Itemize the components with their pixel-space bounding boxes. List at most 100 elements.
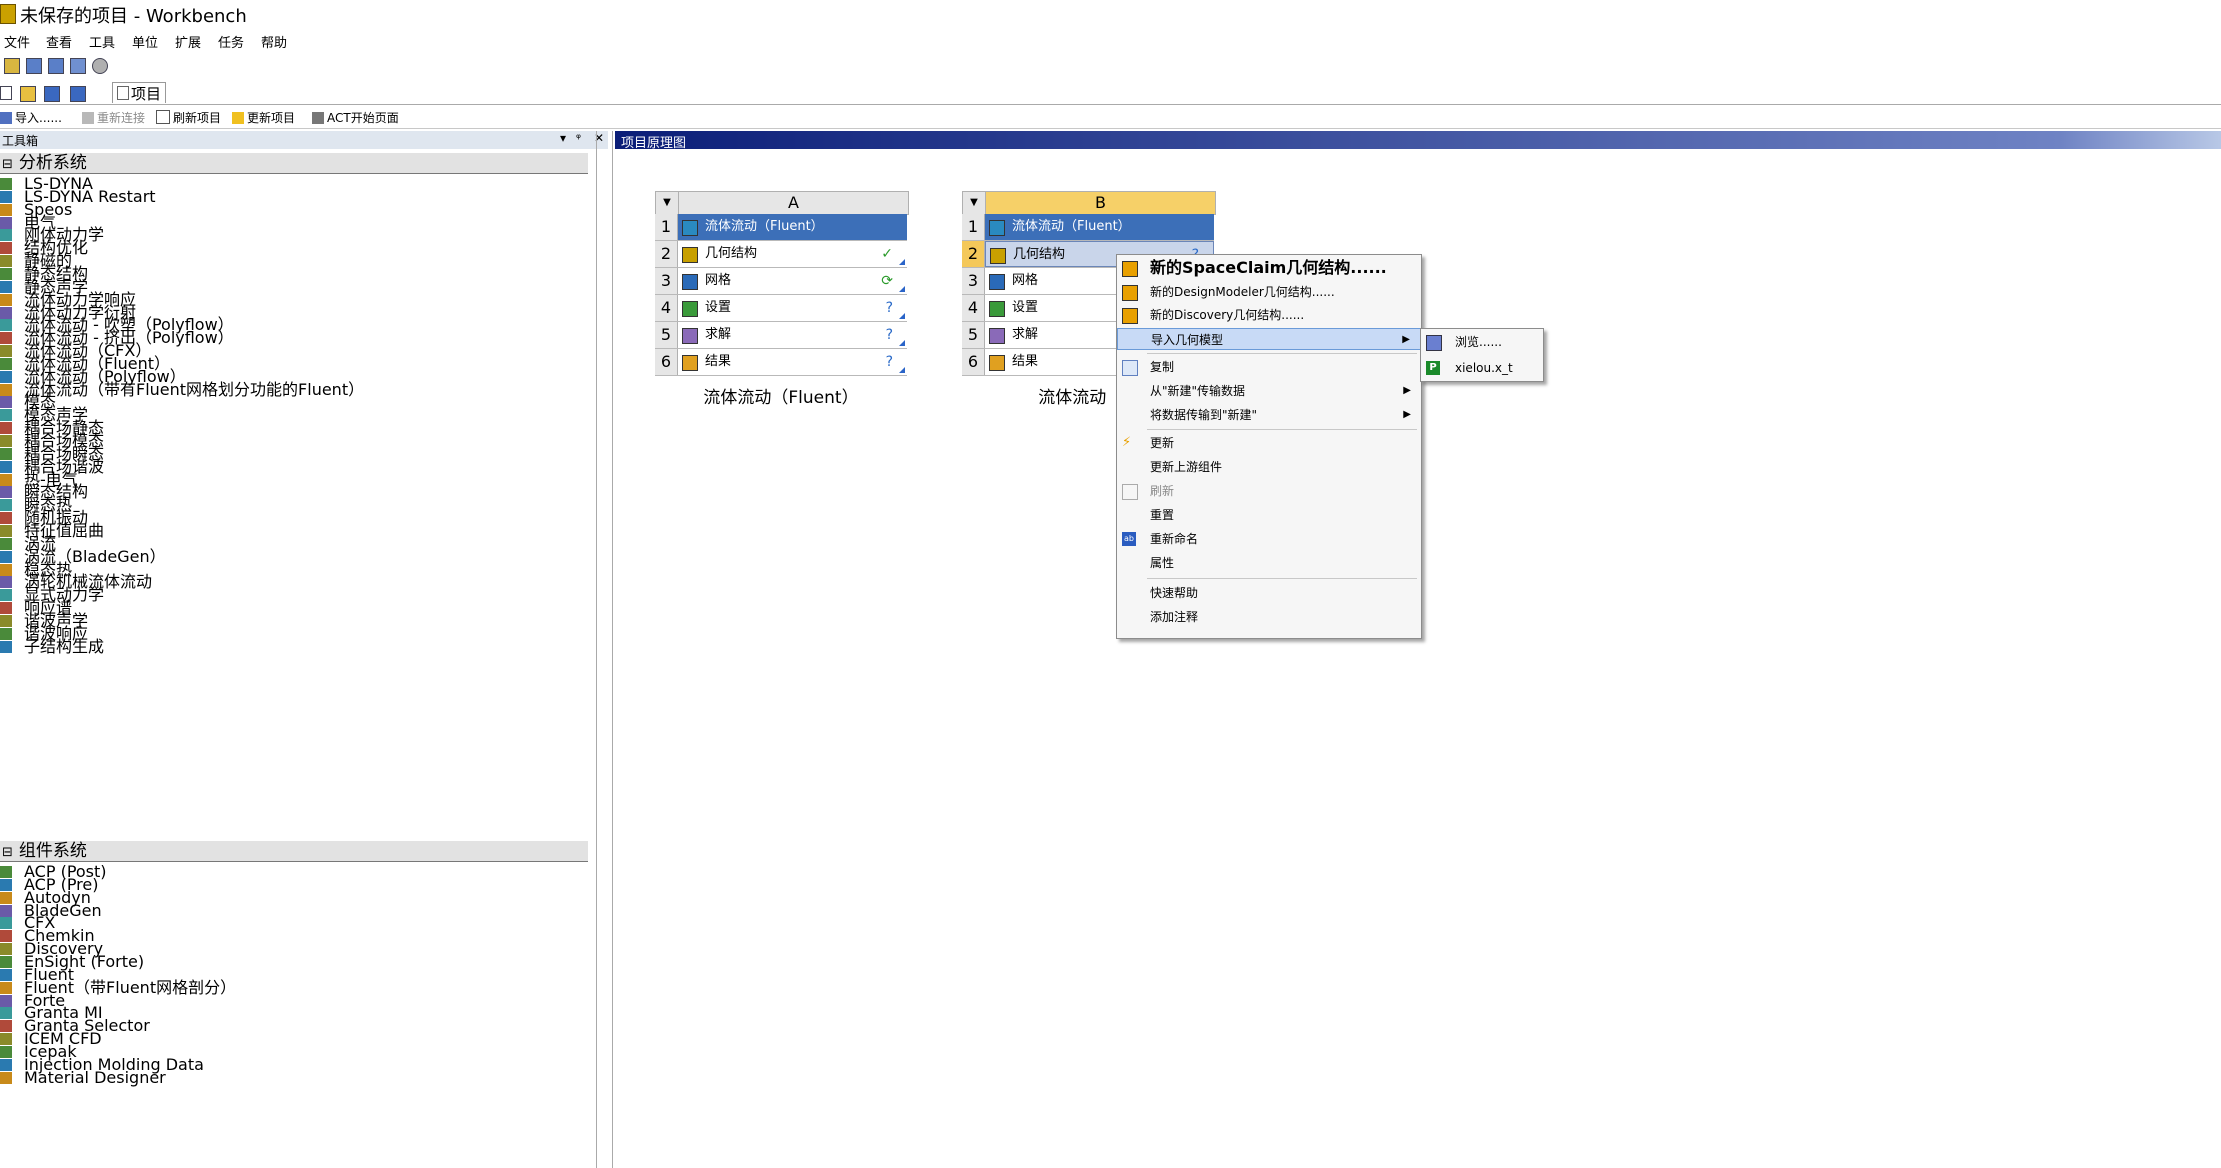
- copy-icon: [1122, 360, 1138, 376]
- system-icon: [0, 891, 12, 904]
- cell-icon: [682, 247, 698, 263]
- menu-file[interactable]: 文件: [4, 32, 30, 51]
- save-as-icon[interactable]: [48, 58, 64, 74]
- save-icon[interactable]: [26, 58, 42, 74]
- update-project-button[interactable]: 更新项目: [232, 109, 295, 126]
- system-icon: [0, 242, 12, 255]
- system-icon: [0, 357, 12, 370]
- menu-new-designmodeler[interactable]: 新的DesignModeler几何结构......: [1117, 281, 1421, 303]
- import-icon: [0, 112, 12, 124]
- menu-units[interactable]: 单位: [132, 32, 158, 51]
- save-as-project-icon[interactable]: [70, 86, 86, 102]
- system-icon: [0, 1020, 12, 1033]
- system-cell-row[interactable]: 3 网格 ⟳: [655, 268, 907, 295]
- menu-copy[interactable]: 复制: [1117, 356, 1421, 378]
- analysis-systems-group[interactable]: ⊟ 分析系统: [0, 153, 588, 174]
- submenu-browse[interactable]: 浏览......: [1421, 331, 1543, 353]
- import-icon[interactable]: [70, 58, 86, 74]
- system-icon: [0, 422, 12, 435]
- act-icon: [312, 112, 324, 124]
- analysis-group-label: 分析系统: [18, 153, 87, 173]
- menu-transfer-to-new[interactable]: 将数据传输到"新建" ▶: [1117, 404, 1421, 426]
- row-number: 1: [655, 214, 678, 240]
- open-project-icon[interactable]: [20, 86, 36, 102]
- cell-status-icon: ⟳: [881, 273, 893, 289]
- row-number: 6: [655, 349, 678, 375]
- project-toolbar: 导入...... 重新连接 刷新项目 更新项目 ACT开始页面: [0, 106, 2221, 129]
- cell[interactable]: 流体流动（Fluent）: [678, 214, 907, 240]
- menu-update[interactable]: ⚡ 更新: [1117, 432, 1421, 454]
- system-cell-row[interactable]: 5 求解?: [655, 322, 907, 349]
- menu-view[interactable]: 查看: [46, 32, 72, 51]
- menu-new-discovery[interactable]: 新的Discovery几何结构......: [1117, 304, 1421, 326]
- row-number: 2: [655, 241, 678, 267]
- system-cell-row[interactable]: 6 结果?: [655, 349, 907, 376]
- menu-extensions[interactable]: 扩展: [175, 32, 201, 51]
- open-icon[interactable]: [4, 58, 20, 74]
- menu-transfer-from-new[interactable]: 从"新建"传输数据 ▶: [1117, 380, 1421, 402]
- system-a-menu-icon[interactable]: ▼: [656, 192, 679, 214]
- menu-update-upstream[interactable]: 更新上游组件: [1117, 456, 1421, 478]
- menu-reset[interactable]: 重置: [1117, 504, 1421, 526]
- cell-label: 网格: [705, 273, 732, 288]
- tab-project[interactable]: 项目: [112, 82, 166, 103]
- save-project-icon[interactable]: [44, 86, 60, 102]
- system-b-menu-icon[interactable]: ▼: [963, 192, 986, 214]
- menu-help[interactable]: 帮助: [261, 32, 287, 51]
- component-systems-group[interactable]: ⊟ 组件系统: [0, 841, 588, 862]
- system-icon: [0, 216, 12, 229]
- import-button[interactable]: 导入......: [0, 109, 62, 126]
- context-menu: 新的SpaceClaim几何结构...... 新的DesignModeler几何…: [1116, 254, 1422, 639]
- menu-tools[interactable]: 工具: [89, 32, 115, 51]
- cell[interactable]: 网格 ⟳: [678, 268, 907, 294]
- system-a-column-label: A: [788, 193, 799, 212]
- system-a-caption[interactable]: 流体流动（Fluent）: [655, 383, 907, 408]
- menu-import-geometry[interactable]: 导入几何模型 ▶: [1117, 328, 1421, 350]
- menu-properties[interactable]: 属性: [1117, 552, 1421, 574]
- menu-add-note[interactable]: 添加注释: [1117, 606, 1421, 628]
- import-label: 导入......: [15, 111, 62, 125]
- toolbox-splitter[interactable]: [596, 131, 597, 1168]
- system-cell-row[interactable]: 4 设置?: [655, 295, 907, 322]
- cell[interactable]: 设置?: [678, 295, 907, 321]
- refresh-icon: [156, 110, 170, 124]
- system-a-header[interactable]: ▼ A: [655, 191, 909, 215]
- cell-label: 设置: [1012, 300, 1039, 315]
- menu-separator: [1147, 353, 1417, 354]
- system-icon: [0, 955, 12, 968]
- toolbox-dropdown-icon[interactable]: ▾: [560, 131, 566, 145]
- menu-rename[interactable]: ab 重新命名: [1117, 528, 1421, 550]
- submenu-recent-file[interactable]: Pxielou.x_t: [1421, 357, 1543, 379]
- menu-new-spaceclaim[interactable]: 新的SpaceClaim几何结构......: [1117, 257, 1421, 279]
- system-icon: [0, 602, 12, 615]
- cell-label: 结果: [1012, 354, 1039, 369]
- compact-mode-icon[interactable]: [92, 58, 108, 74]
- refresh-project-button[interactable]: 刷新项目: [156, 109, 221, 126]
- cell-icon: [989, 355, 1005, 371]
- menu-jobs[interactable]: 任务: [218, 32, 244, 51]
- system-cell-row[interactable]: 2 几何结构 ✓: [655, 241, 907, 268]
- row-number: 1: [962, 214, 985, 240]
- collapse-icon[interactable]: ⊟: [2, 845, 13, 860]
- cell[interactable]: 流体流动（Fluent）: [985, 214, 1214, 240]
- system-icon: [0, 370, 12, 383]
- cell[interactable]: 结果?: [678, 349, 907, 375]
- act-start-page-button[interactable]: ACT开始页面: [312, 109, 399, 126]
- menu-quick-help[interactable]: 快速帮助: [1117, 582, 1421, 604]
- system-b-header[interactable]: ▼ B: [962, 191, 1216, 215]
- cell[interactable]: 求解?: [678, 322, 907, 348]
- system-icon: [0, 1033, 12, 1046]
- system-icon: [0, 943, 12, 956]
- system-cell-row[interactable]: 1 流体流动（Fluent）: [655, 214, 907, 241]
- new-project-icon[interactable]: [0, 86, 12, 100]
- menu-separator: [1147, 578, 1417, 579]
- cell-corner-icon: [899, 259, 905, 265]
- collapse-icon[interactable]: ⊟: [2, 157, 13, 172]
- tab-project-label: 项目: [131, 85, 162, 103]
- system-icon: [0, 537, 12, 550]
- toolbox-pin-icon[interactable]: ᵠ: [576, 131, 581, 145]
- cell[interactable]: 几何结构 ✓: [678, 241, 907, 267]
- system-cell-row[interactable]: 1 流体流动（Fluent）: [962, 214, 1214, 241]
- cell-icon: [682, 355, 698, 371]
- reconnect-button[interactable]: 重新连接: [82, 109, 145, 126]
